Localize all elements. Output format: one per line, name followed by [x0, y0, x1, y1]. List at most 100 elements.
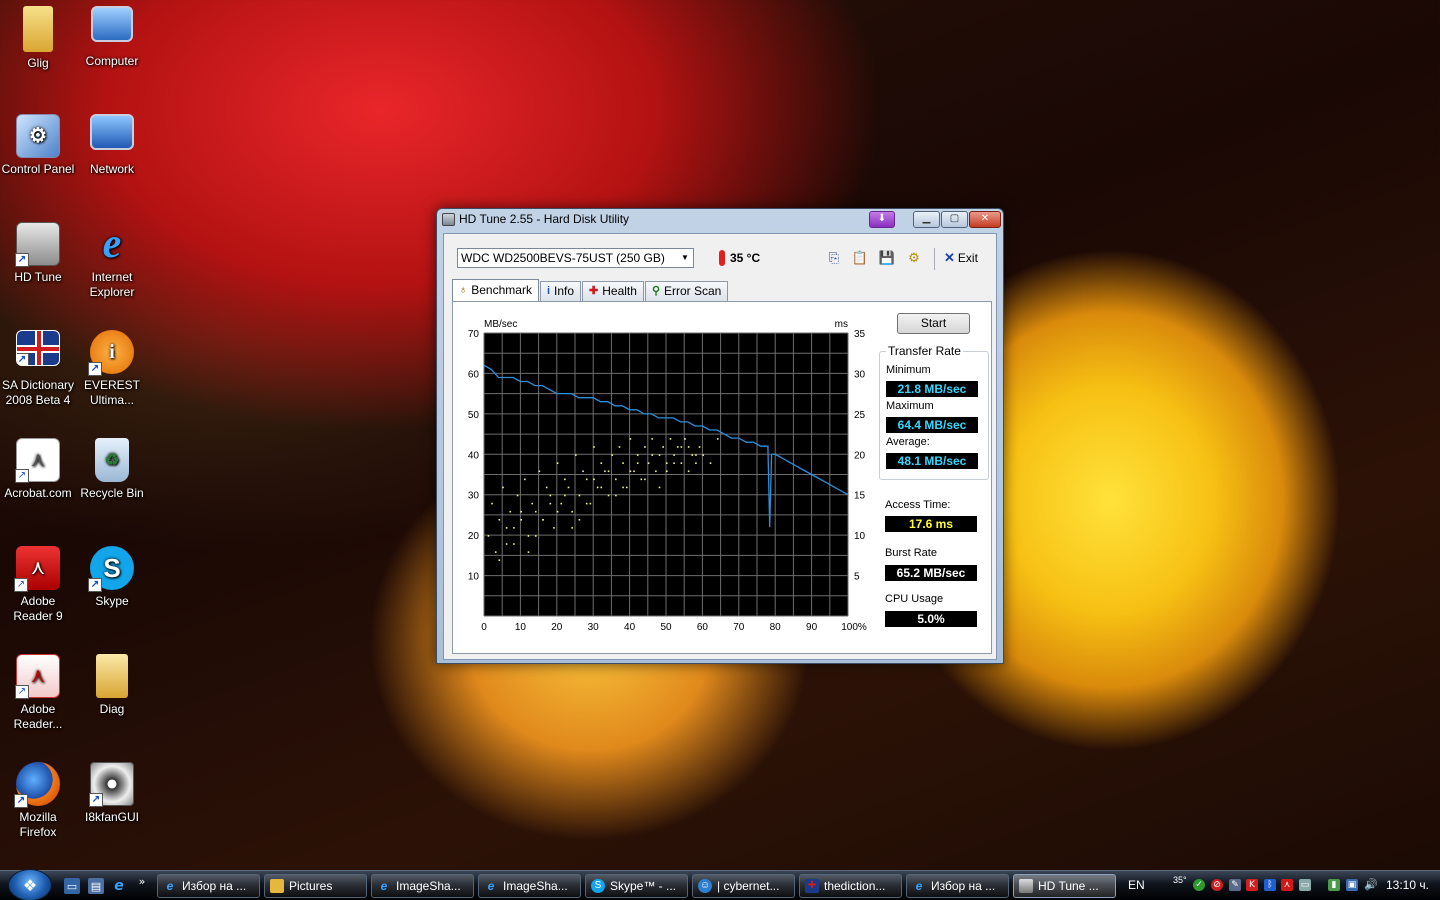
taskbar-button[interactable]: ☺ | cybernet...	[692, 874, 795, 898]
chart-x-tick-label: 50	[660, 622, 672, 633]
close-button[interactable]: ✕	[969, 211, 1001, 228]
tab-health[interactable]: ✚ Health	[582, 281, 644, 301]
desktop-icon-adobe-reader-9[interactable]: ⋏ ↗ Adobe Reader 9	[0, 546, 76, 624]
desktop-icon-label: SA Dictionary 2008 Beta 4	[1, 378, 75, 407]
chart-y-left-axis-label: MB/sec	[484, 319, 517, 330]
desktop-icon-everest[interactable]: i ↗ EVEREST Ultima...	[74, 330, 150, 408]
taskbar-button[interactable]: e Избор на ...	[157, 874, 260, 898]
burst-rate-label: Burst Rate	[885, 547, 937, 559]
chart-x-tick-label: 0	[481, 622, 487, 633]
chart-x-tick-label: 10	[515, 622, 527, 633]
language-indicator[interactable]: EN	[1128, 878, 1145, 892]
desktop-icon-adobe-reader[interactable]: ⋏ ↗ Adobe Reader...	[0, 654, 76, 732]
title-bar[interactable]: HD Tune 2.55 - Hard Disk Utility ⬇ ▁ ▢ ✕	[437, 209, 1003, 231]
start-button[interactable]: ❖	[8, 869, 52, 900]
desktop-icon-label: Network	[89, 162, 134, 176]
bluetooth-icon[interactable]: ᛒ	[1264, 879, 1276, 891]
chart-access-time-point	[593, 478, 595, 481]
network-tray-icon[interactable]: ▣	[1346, 879, 1358, 891]
taskbar-button-label: HD Tune ...	[1038, 879, 1099, 893]
exit-label: Exit	[957, 251, 978, 265]
desktop-icon-skype[interactable]: S ↗ Skype	[74, 546, 150, 609]
minimize-button[interactable]: ▁	[913, 211, 940, 228]
desktop-icon-label: Computer	[85, 54, 139, 68]
chart-access-time-point	[651, 454, 654, 456]
switch-windows-icon[interactable]: ▤	[88, 878, 104, 894]
clock[interactable]: 13:10 ч.	[1386, 878, 1429, 892]
quick-launch-overflow[interactable]: »	[136, 873, 148, 889]
uk-flag-icon: ✚	[805, 879, 819, 893]
desktop-icon-network[interactable]: Network	[74, 114, 150, 177]
tab-benchmark[interactable]: ♁ Benchmark	[452, 279, 539, 301]
desktop-icon-control-panel[interactable]: ⚙ Control Panel	[0, 114, 76, 177]
average-value: 48.1 MB/sec	[886, 453, 978, 469]
chart-access-time-point	[604, 470, 606, 473]
chart-access-time-point	[509, 510, 512, 513]
desktop-icon-glig[interactable]: Glig	[0, 6, 76, 71]
chart-access-time-point	[611, 454, 613, 456]
paste-icon[interactable]: 📋	[851, 249, 869, 267]
app-icon[interactable]	[442, 213, 455, 226]
fan-icon: ↗	[89, 762, 134, 807]
exit-button[interactable]: ✕ Exit	[944, 249, 982, 267]
taskbar-button[interactable]: e Избор на ...	[906, 874, 1009, 898]
tray-adobe-icon[interactable]: ⋏	[1281, 879, 1293, 891]
desktop-icon-mozilla-firefox[interactable]: ↗ Mozilla Firefox	[0, 762, 76, 840]
desktop-icon-i8kfangui[interactable]: ↗ I8kfanGUI	[74, 762, 150, 825]
options-icon[interactable]: ⚙	[905, 249, 923, 267]
tab-error-scan[interactable]: ⚲ Error Scan	[644, 281, 729, 301]
everest-icon: i ↗	[88, 330, 134, 376]
desktop-icon-sa-dictionary[interactable]: ↗ SA Dictionary 2008 Beta 4	[0, 330, 76, 408]
chart-y-right-tick-label: 20	[854, 450, 866, 461]
start-button[interactable]: Start	[897, 313, 970, 334]
volume-icon[interactable]: 🔊	[1364, 879, 1378, 891]
copy-icon[interactable]: ⎘	[825, 249, 843, 267]
shortcut-arrow-icon: ↗	[17, 353, 29, 365]
save-icon[interactable]: 💾	[878, 249, 896, 267]
taskbar-button[interactable]: Pictures	[264, 874, 367, 898]
desktop-icon-internet-explorer[interactable]: e Internet Explorer	[74, 222, 150, 300]
taskbar-button[interactable]: e ImageSha...	[478, 874, 581, 898]
show-desktop-icon[interactable]: ▭	[64, 878, 80, 894]
tray-antivirus-icon[interactable]: K	[1246, 879, 1258, 891]
maximize-button[interactable]: ▢	[941, 211, 968, 228]
ie-icon[interactable]: e	[111, 878, 127, 894]
chart-access-time-point	[640, 478, 643, 481]
toolbar-separator	[934, 248, 935, 270]
desktop-icon-diag[interactable]: Diag	[74, 654, 150, 717]
chart-access-time-point	[502, 486, 504, 489]
chart-x-tick-label: 80	[770, 622, 782, 633]
chart-x-tick-label: 20	[551, 622, 563, 633]
tray-check-icon[interactable]: ✓	[1193, 879, 1205, 891]
desktop-icon-hd-tune[interactable]: ↗ HD Tune	[0, 222, 76, 285]
chart-access-time-point	[513, 527, 515, 529]
tab-info[interactable]: i Info	[539, 281, 582, 301]
chart-access-time-point	[553, 527, 555, 529]
drive-select[interactable]: WDC WD2500BEVS-75UST (250 GB) ▼	[457, 248, 694, 268]
desktop-icon-label: Recycle Bin	[80, 486, 144, 500]
download-icon[interactable]: ⬇	[869, 211, 895, 228]
tray-monitor-icon[interactable]: ▭	[1299, 879, 1311, 891]
tray-tools-icon[interactable]: ✎	[1229, 879, 1241, 891]
tray-battery-icon[interactable]: ▮	[1328, 879, 1340, 891]
desktop-icon-computer[interactable]: Computer	[74, 6, 150, 69]
chart-access-time-point	[636, 462, 639, 464]
taskbar-button-active[interactable]: HD Tune ...	[1013, 874, 1116, 898]
desktop-icon-recycle-bin[interactable]: ♻ Recycle Bin	[74, 438, 150, 501]
taskbar-button[interactable]: ✚ thediction...	[799, 874, 902, 898]
taskbar-button[interactable]: S Skype™ - ...	[585, 874, 688, 898]
tray-block-icon[interactable]: ⊘	[1211, 879, 1223, 891]
cpu-usage-label: CPU Usage	[885, 593, 944, 605]
chart-access-time-point	[545, 486, 548, 489]
chart-access-time-point	[709, 462, 712, 464]
desktop-icon-acrobat-com[interactable]: ⋏ ↗ Acrobat.com	[0, 438, 76, 501]
taskbar-button[interactable]: e ImageSha...	[371, 874, 474, 898]
chart-access-time-point	[487, 535, 490, 537]
chart-access-time-point	[520, 518, 522, 521]
chart-access-time-point	[549, 494, 552, 497]
chart-access-time-point	[644, 478, 646, 481]
tray-temperature[interactable]: 35°	[1173, 875, 1187, 885]
chart-access-time-point	[615, 478, 617, 481]
chart-access-time-point	[662, 446, 664, 448]
folder-icon	[96, 654, 128, 698]
